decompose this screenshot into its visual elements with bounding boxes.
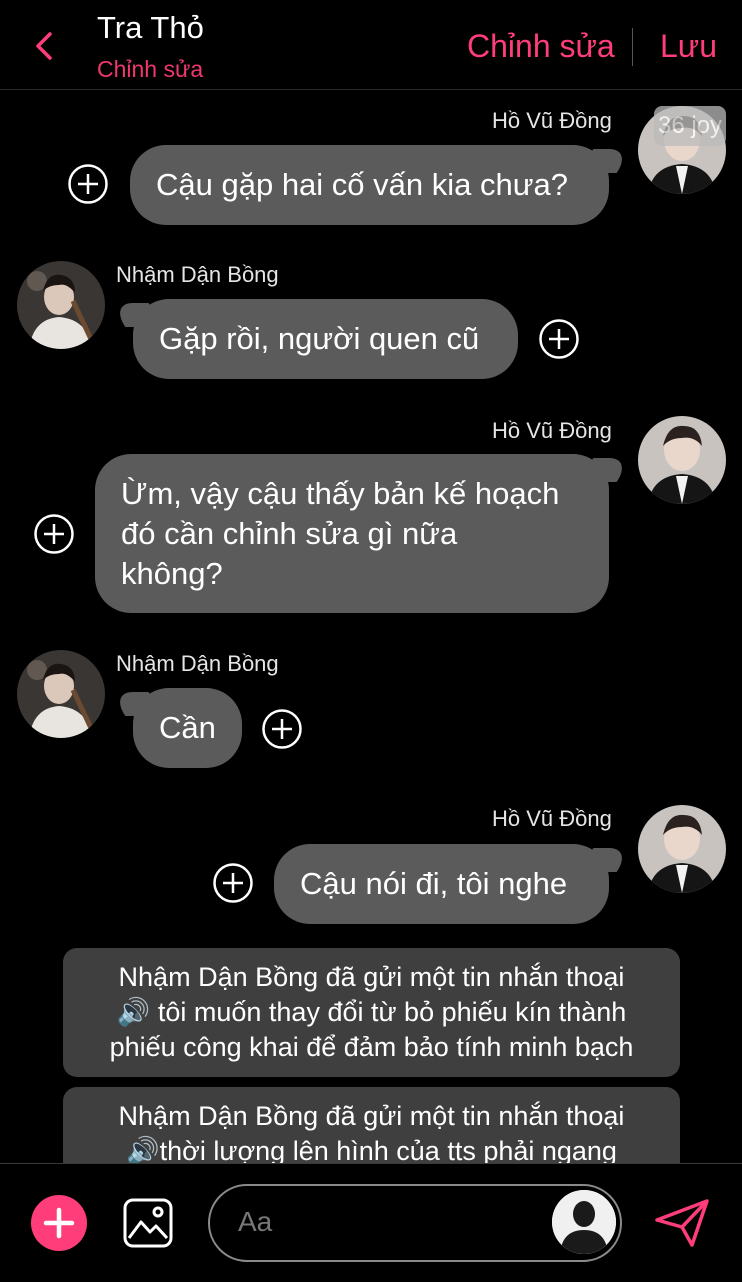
chat-header: Tra Thỏ Chỉnh sửa Chỉnh sửa Lưu (0, 0, 742, 90)
person-silhouette-icon (552, 1190, 616, 1254)
edit-button[interactable]: Chỉnh sửa (467, 28, 615, 65)
avatar-ho-vu-dong[interactable] (638, 805, 726, 893)
notice-line: Nhậm Dận Bồng đã gửi một tin nhắn thoại (118, 1101, 625, 1131)
message-text: Gặp rồi, người quen cũ (159, 321, 480, 356)
message-bubble[interactable]: Cậu nói đi, tôi nghe (274, 844, 609, 924)
message-bubble[interactable]: Cậu gặp hai cố vấn kia chưa? (130, 145, 609, 225)
image-gallery-icon[interactable] (123, 1198, 173, 1248)
watermark: 36 joy (654, 106, 726, 146)
avatar-image (17, 261, 105, 349)
message-input-placeholder: Aa (238, 1206, 273, 1237)
send-icon[interactable] (654, 1198, 710, 1248)
sender-avatar-picker[interactable] (552, 1190, 616, 1254)
message-bubble[interactable]: Ừm, vậy cậu thấy bản kế hoạch đó cần chỉ… (95, 454, 609, 613)
chat-title: Tra Thỏ (97, 10, 204, 45)
avatar-image (638, 416, 726, 504)
back-chevron-icon[interactable] (30, 30, 60, 62)
avatar-nham-dan-bong[interactable] (17, 650, 105, 738)
voice-message-notice[interactable]: Nhậm Dận Bồng đã gửi một tin nhắn thoại … (63, 948, 680, 1077)
message-line: Ừm, vậy cậu thấy bản kế hoạch (121, 476, 560, 511)
message-bubble[interactable]: Cần (133, 688, 242, 768)
message-text: Cậu nói đi, tôi nghe (300, 866, 568, 901)
avatar-ho-vu-dong[interactable] (638, 416, 726, 504)
message-line: không? (121, 556, 223, 591)
message-bubble[interactable]: Gặp rồi, người quen cũ (133, 299, 518, 379)
add-reaction-icon[interactable] (213, 863, 253, 903)
add-reaction-icon[interactable] (262, 709, 302, 749)
notice-line: Nhậm Dận Bồng đã gửi một tin nhắn thoại (118, 962, 625, 992)
avatar-image (638, 805, 726, 893)
sender-name: Nhậm Dận Bồng (116, 262, 279, 287)
sender-name: Hồ Vũ Đồng (492, 806, 612, 831)
message-text: Cần (159, 710, 216, 745)
message-text: Cậu gặp hai cố vấn kia chưa? (156, 167, 568, 202)
avatar-nham-dan-bong[interactable] (17, 261, 105, 349)
message-line: đó cần chỉnh sửa gì nữa (121, 516, 458, 551)
add-reaction-icon[interactable] (68, 164, 108, 204)
sender-name: Hồ Vũ Đồng (492, 108, 612, 133)
save-button[interactable]: Lưu (660, 28, 717, 65)
notice-line: 🔊 tôi muốn thay đổi từ bỏ phiếu kín thàn… (116, 997, 627, 1027)
sender-name: Nhậm Dận Bồng (116, 651, 279, 676)
add-button[interactable] (31, 1195, 87, 1251)
header-divider (632, 28, 633, 66)
avatar-image (17, 650, 105, 738)
add-reaction-icon[interactable] (539, 319, 579, 359)
sender-name: Hồ Vũ Đồng (492, 418, 612, 443)
add-reaction-icon[interactable] (34, 514, 74, 554)
notice-line: phiếu công khai để đảm bảo tính minh bạc… (109, 1032, 634, 1062)
chat-subtitle: Chỉnh sửa (97, 56, 204, 82)
plus-icon (43, 1207, 75, 1239)
